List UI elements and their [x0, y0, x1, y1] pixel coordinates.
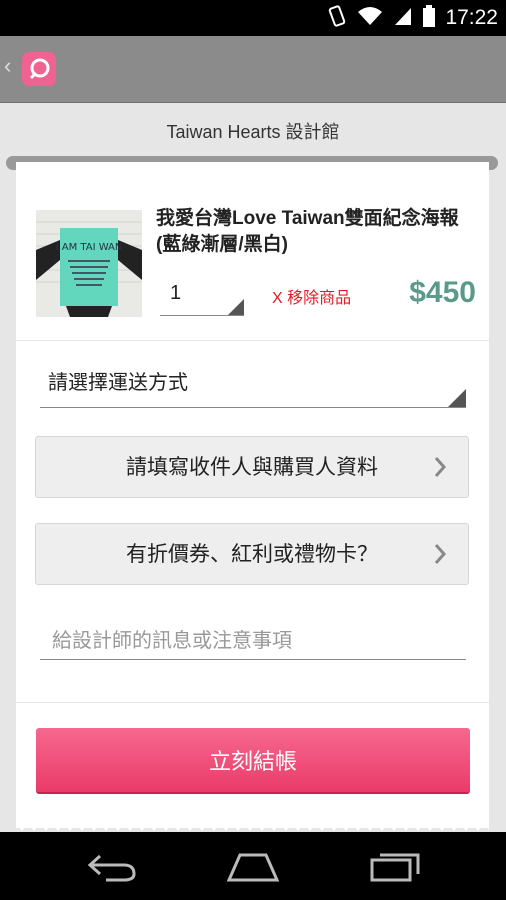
- product-name[interactable]: 我愛台灣Love Taiwan雙面紀念海報 (藍綠漸層/黑白): [156, 206, 481, 258]
- divider: [16, 340, 489, 341]
- dropdown-triangle-icon: [448, 389, 466, 407]
- signal-icon: [393, 6, 413, 31]
- product-image[interactable]: I AM TAI WAN: [36, 210, 142, 317]
- message-placeholder: 給設計師的訊息或注意事項: [52, 628, 292, 652]
- shipping-method-select[interactable]: 請選擇運送方式: [40, 360, 466, 408]
- coupon-button[interactable]: 有折價券、紅利或禮物卡？: [35, 523, 469, 585]
- vibrate-icon: [327, 4, 347, 32]
- divider: [16, 702, 489, 703]
- app-logo-icon[interactable]: [22, 52, 56, 86]
- status-time: 17:22: [445, 6, 498, 29]
- chevron-right-icon: [428, 455, 452, 479]
- back-chevron-icon[interactable]: ‹: [4, 53, 11, 79]
- checkout-button[interactable]: 立刻結帳: [36, 728, 470, 794]
- quantity-select[interactable]: 1: [160, 278, 244, 316]
- receipt-zigzag-edge: [16, 818, 489, 831]
- chevron-right-icon: [428, 542, 452, 566]
- navigation-bar: [0, 832, 506, 900]
- shop-title: Taiwan Hearts 設計館: [166, 122, 340, 142]
- nav-home-icon[interactable]: [226, 852, 280, 886]
- quantity-underline: [160, 315, 244, 316]
- recipient-info-button[interactable]: 請填寫收件人與購買人資料: [35, 436, 469, 498]
- designer-message-input[interactable]: 給設計師的訊息或注意事項: [40, 616, 466, 660]
- shipping-underline: [40, 407, 466, 408]
- shipping-method-label: 請選擇運送方式: [48, 370, 188, 394]
- poster-text: I AM TAI WAN: [56, 242, 123, 253]
- app-bar: ‹: [0, 36, 506, 103]
- nav-recents-icon[interactable]: [370, 852, 420, 886]
- nav-back-icon[interactable]: [86, 852, 138, 886]
- recipient-info-label: 請填寫收件人與購買人資料: [126, 455, 378, 479]
- product-price: $450: [409, 276, 476, 309]
- coupon-label: 有折價券、紅利或禮物卡？: [126, 542, 378, 566]
- message-underline: [40, 659, 466, 660]
- quantity-value: 1: [170, 282, 182, 304]
- wifi-icon: [357, 6, 383, 31]
- battery-icon: [423, 4, 436, 32]
- dropdown-triangle-icon: [228, 299, 244, 315]
- status-icons: 17:22: [327, 0, 498, 36]
- status-bar: 17:22: [0, 0, 506, 36]
- remove-item-button[interactable]: X 移除商品: [272, 284, 351, 308]
